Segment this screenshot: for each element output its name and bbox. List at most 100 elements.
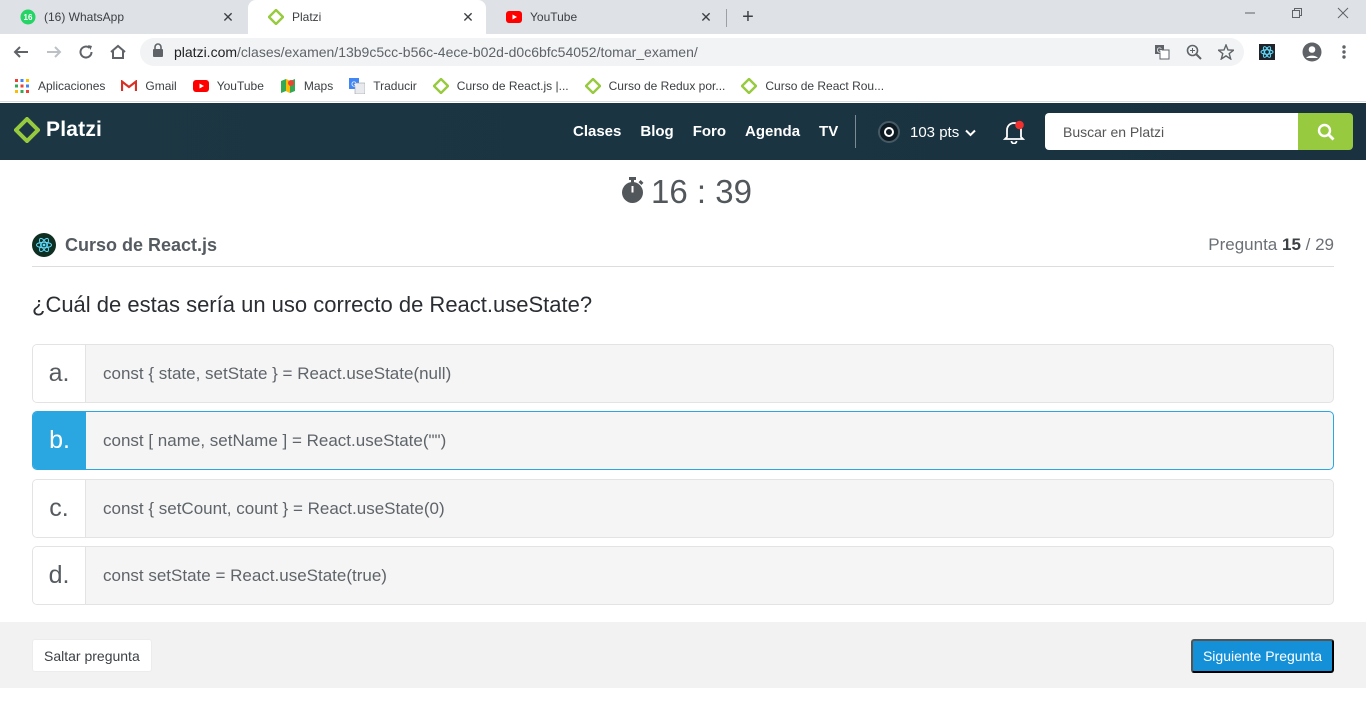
browser-menu-icon[interactable] <box>1333 41 1355 63</box>
tab-separator <box>726 9 727 27</box>
points-menu[interactable]: 103 pts <box>878 121 976 143</box>
minimize-icon[interactable] <box>1240 4 1260 24</box>
exam-timer: 16 : 39 <box>620 172 752 212</box>
svg-text:G: G <box>351 81 356 88</box>
course-row: Curso de React.js Pregunta 15 / 29 <box>32 230 1334 267</box>
option-text: const setState = React.useState(true) <box>103 565 387 585</box>
close-tab-icon[interactable]: ✕ <box>698 9 714 25</box>
answer-option-d[interactable]: d. const setState = React.useState(true) <box>32 546 1334 605</box>
bookmark-curso-redux[interactable]: Curso de Redux por... <box>584 77 726 94</box>
platzi-favicon-icon <box>268 9 284 25</box>
tab-title: YouTube <box>530 10 578 24</box>
course-name: Curso de React.js <box>65 234 218 255</box>
main-nav: Clases Blog Foro Agenda TV <box>573 123 857 140</box>
timer-value: 16 : 39 <box>651 173 752 210</box>
svg-text:16: 16 <box>24 13 33 22</box>
nav-clases[interactable]: Clases <box>573 123 621 140</box>
new-tab-button[interactable]: + <box>738 6 758 28</box>
option-letter: b. <box>33 412 86 469</box>
option-letter: d. <box>33 547 86 604</box>
tab-youtube[interactable]: YouTube ✕ <box>486 0 724 34</box>
google-translate-icon: G <box>349 77 366 94</box>
youtube-icon <box>506 9 522 25</box>
close-tab-icon[interactable]: ✕ <box>220 9 236 25</box>
tab-platzi[interactable]: Platzi ✕ <box>248 0 486 34</box>
svg-text:G: G <box>1157 48 1162 55</box>
bookmark-label: Traducir <box>373 78 417 93</box>
bookmark-curso-react-router[interactable]: Curso de React Rou... <box>741 77 885 94</box>
close-tab-icon[interactable]: ✕ <box>460 9 476 25</box>
browser-tab-strip: 16 (16) WhatsApp ✕ Platzi ✕ YouTube ✕ + <box>0 0 1366 34</box>
react-devtools-extension-icon[interactable] <box>1256 41 1278 63</box>
youtube-icon <box>192 78 209 94</box>
bookmark-gmail[interactable]: Gmail <box>121 78 177 94</box>
next-question-button[interactable]: Siguiente Pregunta <box>1191 639 1334 673</box>
answer-option-b[interactable]: b. const [ name, setName ] = React.useSt… <box>32 411 1334 470</box>
translate-icon[interactable]: G <box>1154 44 1170 60</box>
question-counter-label: Pregunta <box>1208 235 1278 254</box>
skip-question-button[interactable]: Saltar pregunta <box>32 639 152 672</box>
option-text: const { state, setState } = React.useSta… <box>103 363 452 383</box>
platzi-logo[interactable]: Platzi <box>14 117 102 143</box>
restore-icon[interactable] <box>1287 4 1307 24</box>
react-course-icon <box>32 233 56 257</box>
nav-foro[interactable]: Foro <box>693 123 726 140</box>
platzi-favicon-icon <box>432 77 449 94</box>
back-arrow-icon[interactable] <box>10 41 32 63</box>
lock-icon <box>152 42 164 62</box>
answer-option-c[interactable]: c. const { setCount, count } = React.use… <box>32 479 1334 538</box>
platzi-logo-text: Platzi <box>46 118 103 141</box>
question-text: ¿Cuál de estas sería un uso correcto de … <box>32 292 593 317</box>
platzi-header: Platzi Clases Blog Foro Agenda TV 103 pt… <box>0 103 1366 160</box>
bookmark-star-icon[interactable] <box>1218 44 1234 60</box>
bookmark-label: Aplicaciones <box>38 78 106 93</box>
whatsapp-icon: 16 <box>20 9 36 25</box>
search-button[interactable] <box>1298 113 1353 150</box>
bookmark-label: Gmail <box>145 78 177 93</box>
home-icon[interactable] <box>107 41 129 63</box>
url-text: platzi.com/clases/examen/13b9c5cc-b56c-4… <box>174 44 698 60</box>
bookmark-apps[interactable]: Aplicaciones <box>14 78 105 94</box>
notifications-bell-icon[interactable] <box>1002 120 1026 149</box>
tab-whatsapp[interactable]: 16 (16) WhatsApp ✕ <box>0 0 246 34</box>
url-path: /clases/examen/13b9c5cc-b56c-4ece-b02d-d… <box>237 44 698 60</box>
reload-icon[interactable] <box>75 41 97 63</box>
bookmark-label: Curso de React.js |... <box>456 78 569 93</box>
zoom-icon[interactable] <box>1186 44 1202 60</box>
header-divider <box>855 115 856 148</box>
address-bar[interactable]: platzi.com/clases/examen/13b9c5cc-b56c-4… <box>140 38 1244 66</box>
tab-title: Platzi <box>292 10 322 24</box>
nav-blog[interactable]: Blog <box>640 123 673 140</box>
bookmark-label: Curso de Redux por... <box>608 78 726 93</box>
bookmark-maps[interactable]: Maps <box>280 78 333 94</box>
window-close-icon[interactable] <box>1333 4 1353 24</box>
forward-arrow-icon[interactable] <box>43 41 65 63</box>
nav-agenda[interactable]: Agenda <box>745 123 800 140</box>
bookmark-youtube[interactable]: YouTube <box>192 78 264 94</box>
points-value: 103 pts <box>910 123 960 141</box>
bookmark-label: YouTube <box>216 78 264 93</box>
user-avatar <box>878 121 900 143</box>
bookmark-label: Curso de React Rou... <box>765 78 885 93</box>
platzi-search <box>1045 113 1353 150</box>
bookmarks-bar: Aplicaciones Gmail YouTube Maps G Traduc… <box>0 70 1366 102</box>
chevron-down-icon <box>965 124 976 141</box>
option-text: const { setCount, count } = React.useSta… <box>103 498 445 518</box>
bookmark-curso-react[interactable]: Curso de React.js |... <box>432 77 569 94</box>
stopwatch-icon <box>620 174 645 212</box>
url-host: platzi.com <box>174 44 238 60</box>
search-input[interactable] <box>1045 113 1298 150</box>
course-info: Curso de React.js <box>32 233 217 257</box>
nav-tv[interactable]: TV <box>819 123 838 140</box>
exam-footer: Saltar pregunta Siguiente Pregunta <box>0 622 1366 688</box>
bookmark-label: Maps <box>303 78 334 93</box>
bookmark-traducir[interactable]: G Traducir <box>349 77 417 94</box>
profile-avatar-icon[interactable] <box>1301 41 1323 63</box>
option-letter: c. <box>33 480 86 537</box>
answer-option-a[interactable]: a. const { state, setState } = React.use… <box>32 344 1334 403</box>
question-counter: Pregunta 15 / 29 <box>1208 235 1334 255</box>
option-letter: a. <box>33 345 86 402</box>
platzi-favicon-icon <box>584 77 601 94</box>
platzi-logo-icon <box>14 117 40 143</box>
option-text: const [ name, setName ] = React.useState… <box>103 430 447 450</box>
